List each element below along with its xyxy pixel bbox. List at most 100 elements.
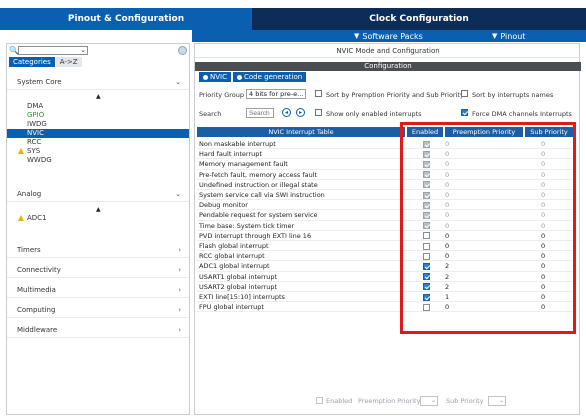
sub-priority-value[interactable]: 0 (541, 210, 545, 220)
tab-code-generation[interactable]: Code generation (232, 72, 307, 82)
table-row[interactable]: Undefined instruction or illegal state 0 0 (197, 180, 577, 190)
sub-priority-value[interactable]: 0 (541, 170, 545, 180)
sub-priority-value[interactable]: 0 (541, 231, 545, 241)
category-search-input[interactable]: ⌄ (18, 46, 88, 55)
tab-clock-configuration[interactable]: Clock Configuration (252, 8, 586, 30)
sub-priority-value[interactable]: 0 (541, 241, 545, 251)
preemption-select[interactable]: ⌄ (420, 396, 438, 406)
enabled-checkbox[interactable] (423, 262, 430, 270)
sort-preemption-checkbox[interactable] (315, 90, 322, 97)
section-computing[interactable]: Computing › (7, 302, 189, 318)
software-packs-menu[interactable]: ▼ Software Packs (354, 30, 423, 42)
enabled-checkbox[interactable] (423, 242, 430, 250)
preemption-priority-value[interactable]: 0 (445, 200, 449, 210)
preemption-priority-value[interactable]: 0 (445, 241, 449, 251)
sub-priority-value[interactable]: 0 (541, 261, 545, 271)
sub-priority-value[interactable]: 0 (541, 139, 545, 149)
peripheral-item-gpio[interactable]: GPIO (7, 111, 189, 120)
preemption-priority-value[interactable]: 0 (445, 149, 449, 159)
table-row[interactable]: RCC global interrupt 0 0 (197, 251, 577, 262)
table-row[interactable]: Pendable request for system service 0 0 (197, 210, 577, 221)
preemption-priority-value[interactable]: 0 (445, 210, 449, 220)
sub-priority-value[interactable]: 0 (541, 251, 545, 261)
sub-priority-value[interactable]: 0 (541, 272, 545, 282)
enabled-checkbox[interactable] (316, 397, 323, 404)
preemption-priority-value[interactable]: 0 (445, 159, 449, 169)
section-multimedia[interactable]: Multimedia › (7, 282, 189, 298)
preemption-priority-value[interactable]: 0 (445, 190, 449, 200)
table-row[interactable]: Non maskable interrupt 0 0 (197, 139, 577, 150)
peripheral-item-iwdg[interactable]: IWDG (7, 120, 189, 129)
tab-pinout-configuration[interactable]: Pinout & Configuration (0, 8, 252, 30)
sub-priority-value[interactable]: 0 (541, 292, 545, 302)
table-row[interactable]: Time base: System tick timer 0 0 (197, 221, 577, 231)
sub-priority-value[interactable]: 0 (541, 282, 545, 292)
enabled-checkbox[interactable] (423, 232, 430, 240)
enabled-checkbox[interactable] (423, 293, 430, 301)
sub-priority-value[interactable]: 0 (541, 149, 545, 159)
sort-arrow-icon[interactable]: ▲ (96, 93, 101, 100)
search-next-icon[interactable]: ▸ (296, 108, 305, 117)
peripheral-item-sys[interactable]: SYS (7, 147, 189, 156)
table-row[interactable]: FPU global interrupt 0 0 (197, 302, 577, 313)
peripheral-item-adc1[interactable]: ADC1 (7, 214, 189, 223)
preemption-priority-value[interactable]: 1 (445, 292, 449, 302)
enabled-checkbox[interactable] (423, 273, 430, 281)
peripheral-item-rcc[interactable]: RCC (7, 138, 189, 147)
tab-a-to-z[interactable]: A->Z (55, 57, 82, 67)
peripheral-item-wwdg[interactable]: WWDG (7, 156, 189, 165)
preemption-priority-value[interactable]: 0 (445, 231, 449, 241)
table-row[interactable]: Debug monitor 0 0 (197, 200, 577, 211)
table-row[interactable]: Pre-fetch fault, memory access fault 0 0 (197, 170, 577, 180)
preemption-priority-value[interactable]: 0 (445, 180, 449, 190)
interrupt-search-input[interactable] (246, 108, 274, 118)
table-row[interactable]: Memory management fault 0 0 (197, 159, 577, 170)
sub-priority-value[interactable]: 0 (541, 190, 545, 200)
show-enabled-checkbox[interactable] (315, 109, 322, 116)
preemption-priority-value[interactable]: 0 (445, 302, 449, 312)
sort-arrow-icon[interactable]: ▲ (96, 206, 101, 213)
preemption-priority-value[interactable]: 0 (445, 221, 449, 231)
peripheral-item-dma[interactable]: DMA (7, 102, 189, 111)
sub-priority-value[interactable]: 0 (541, 180, 545, 190)
peripheral-item-nvic[interactable]: NVIC (7, 129, 189, 138)
force-dma-checkbox[interactable] (461, 109, 468, 116)
subbar-blank (0, 30, 192, 42)
table-row[interactable]: System service call via SWI instruction 0… (197, 190, 577, 201)
table-row[interactable]: USART1 global interrupt 2 0 (197, 272, 577, 282)
preemption-priority-value[interactable]: 2 (445, 282, 449, 292)
preemption-priority-value[interactable]: 0 (445, 251, 449, 261)
table-row[interactable]: Hard fault interrupt 0 0 (197, 149, 577, 160)
table-row[interactable]: ADC1 global interrupt 2 0 (197, 261, 577, 272)
preemption-priority-value[interactable]: 2 (445, 272, 449, 282)
section-analog[interactable]: Analog ⌄ (7, 186, 189, 202)
tab-nvic[interactable]: NVIC (199, 72, 231, 82)
table-row[interactable]: PVD interrupt through EXTI line 16 0 0 (197, 231, 577, 241)
section-system-core[interactable]: System Core ⌄ (7, 74, 189, 90)
sub-priority-select[interactable]: ⌄ (488, 396, 506, 406)
table-row[interactable]: Flash global interrupt 0 0 (197, 241, 577, 252)
table-row[interactable]: USART2 global interrupt 2 0 (197, 282, 577, 292)
section-timers[interactable]: Timers › (7, 242, 189, 258)
sub-priority-value[interactable]: 0 (541, 159, 545, 169)
search-previous-icon[interactable]: ◂ (282, 108, 291, 117)
preemption-priority-value[interactable]: 0 (445, 139, 449, 149)
enabled-checkbox[interactable] (423, 283, 430, 291)
gear-icon[interactable] (178, 46, 187, 55)
section-connectivity[interactable]: Connectivity › (7, 262, 189, 278)
priority-group-select[interactable]: 4 bits for pre-e... (246, 89, 306, 99)
warning-icon (18, 215, 24, 221)
section-middleware[interactable]: Middleware › (7, 322, 189, 338)
sub-priority-value[interactable]: 0 (541, 200, 545, 210)
chevron-down-icon[interactable]: ⌄ (80, 46, 86, 54)
sub-priority-value[interactable]: 0 (541, 221, 545, 231)
enabled-checkbox[interactable] (423, 303, 430, 311)
preemption-priority-value[interactable]: 0 (445, 170, 449, 180)
table-row[interactable]: EXTI line[15:10] interrupts 1 0 (197, 292, 577, 303)
preemption-priority-value[interactable]: 2 (445, 261, 449, 271)
sub-priority-value[interactable]: 0 (541, 302, 545, 312)
sort-names-checkbox[interactable] (461, 90, 468, 97)
pinout-menu[interactable]: ▼ Pinout (492, 30, 525, 42)
enabled-checkbox[interactable] (423, 252, 430, 260)
tab-categories[interactable]: Categories (9, 57, 55, 67)
